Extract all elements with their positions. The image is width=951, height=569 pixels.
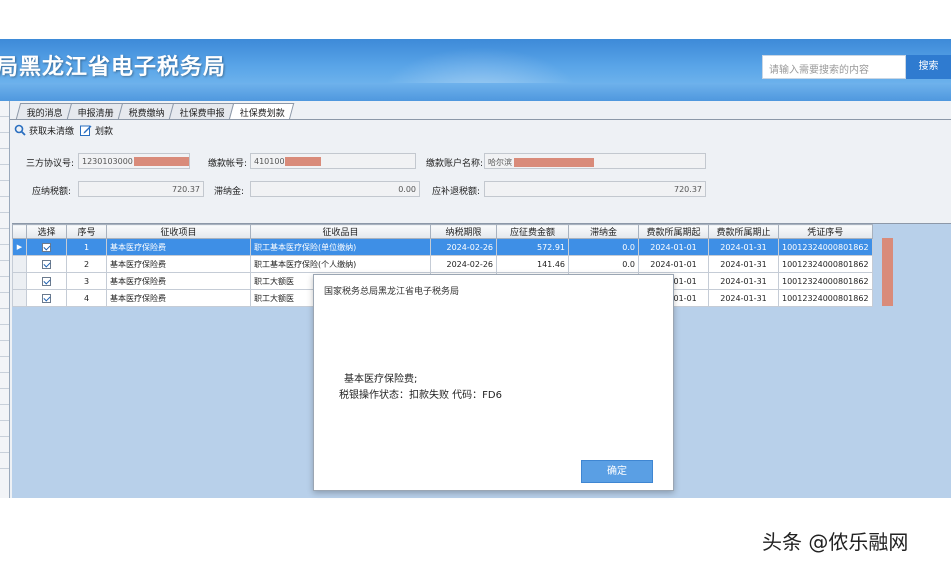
agreement-no-label: 三方协议号:	[26, 159, 75, 169]
row-checkbox[interactable]	[42, 293, 51, 303]
fetch-unpaid-button[interactable]: 获取未清缴	[14, 124, 74, 137]
tab-messages[interactable]: 我的消息	[15, 103, 73, 119]
col-voucher[interactable]: 凭证序号	[778, 224, 873, 239]
site-title: 局黑龙江省电子税务局	[0, 55, 227, 80]
row-checkbox[interactable]	[42, 276, 51, 286]
tab-social-security-declare[interactable]: 社保费申报	[168, 103, 235, 119]
ok-button[interactable]: 确定	[581, 460, 653, 483]
redaction-mark	[133, 157, 189, 166]
tab-strip: 我的消息 申报清册 税费缴纳 社保费申报 社保费划款	[15, 103, 295, 120]
tab-social-security-transfer[interactable]: 社保费划款	[228, 103, 295, 120]
tax-payable-field[interactable]: 720.37	[78, 181, 204, 197]
nav-bar	[0, 83, 951, 101]
redaction-mark	[514, 158, 594, 167]
account-no-field[interactable]: 410100	[250, 153, 416, 169]
row-checkbox[interactable]	[42, 242, 51, 252]
message-dialog: 国家税务总局黑龙江省电子税务局 基本医疗保险费; 税银操作状态：扣款失败 代码：…	[313, 274, 674, 491]
col-subitem[interactable]: 征收品目	[250, 224, 431, 239]
row-indicator-icon: ▶	[12, 238, 27, 256]
search-input[interactable]: 请输入需要搜索的内容	[762, 55, 906, 79]
account-no-label: 缴款帐号:	[208, 159, 248, 169]
tab-declaration-list[interactable]: 申报清册	[66, 103, 124, 119]
watermark: 头条 @侬乐融网	[762, 530, 909, 554]
col-period-start[interactable]: 费款所属期起	[638, 224, 709, 239]
redaction-mark	[882, 238, 893, 306]
table-row[interactable]: ▶ 1 基本医疗保险费 职工基本医疗保险(单位缴纳) 2024-02-26 57…	[12, 238, 873, 256]
dialog-message-line1: 基本医疗保险费;	[344, 374, 418, 385]
total-label: 应补退税额:	[432, 187, 481, 197]
agreement-no-field[interactable]: 1230103000	[78, 153, 190, 169]
col-deadline[interactable]: 纳税期限	[430, 224, 497, 239]
late-fee-label: 滞纳金:	[214, 187, 245, 197]
transfer-button[interactable]: 划款	[80, 124, 113, 137]
row-checkbox[interactable]	[42, 259, 51, 269]
edit-icon	[80, 125, 92, 136]
col-seq[interactable]: 序号	[66, 224, 107, 239]
total-field[interactable]: 720.37	[484, 181, 706, 197]
table-row[interactable]: 2 基本医疗保险费 职工基本医疗保险(个人缴纳) 2024-02-26 141.…	[12, 255, 873, 273]
dialog-message-line2: 税银操作状态：扣款失败 代码：FD6	[339, 390, 502, 401]
tab-tax-payment[interactable]: 税费缴纳	[117, 103, 175, 119]
toolbar: 获取未清缴 划款	[14, 122, 119, 138]
search-icon	[14, 124, 26, 136]
search-button[interactable]: 搜索	[906, 55, 951, 79]
col-select[interactable]: 选择	[26, 224, 67, 239]
col-item[interactable]: 征收项目	[106, 224, 251, 239]
dialog-title: 国家税务总局黑龙江省电子税务局	[324, 287, 460, 297]
col-late-fee[interactable]: 滞纳金	[568, 224, 639, 239]
late-fee-field[interactable]: 0.00	[250, 181, 420, 197]
tax-payable-label: 应纳税额:	[32, 187, 72, 197]
account-name-label: 缴款账户名称:	[426, 159, 484, 169]
account-name-field[interactable]: 哈尔滨	[484, 153, 706, 169]
redaction-mark	[284, 157, 321, 166]
left-nav-strip[interactable]	[0, 101, 10, 498]
col-period-end[interactable]: 费款所属期止	[708, 224, 779, 239]
grid-header: 选择 序号 征收项目 征收品目 纳税期限 应征费金额 滞纳金 费款所属期起 费款…	[12, 224, 873, 239]
col-amount[interactable]: 应征费金额	[496, 224, 569, 239]
